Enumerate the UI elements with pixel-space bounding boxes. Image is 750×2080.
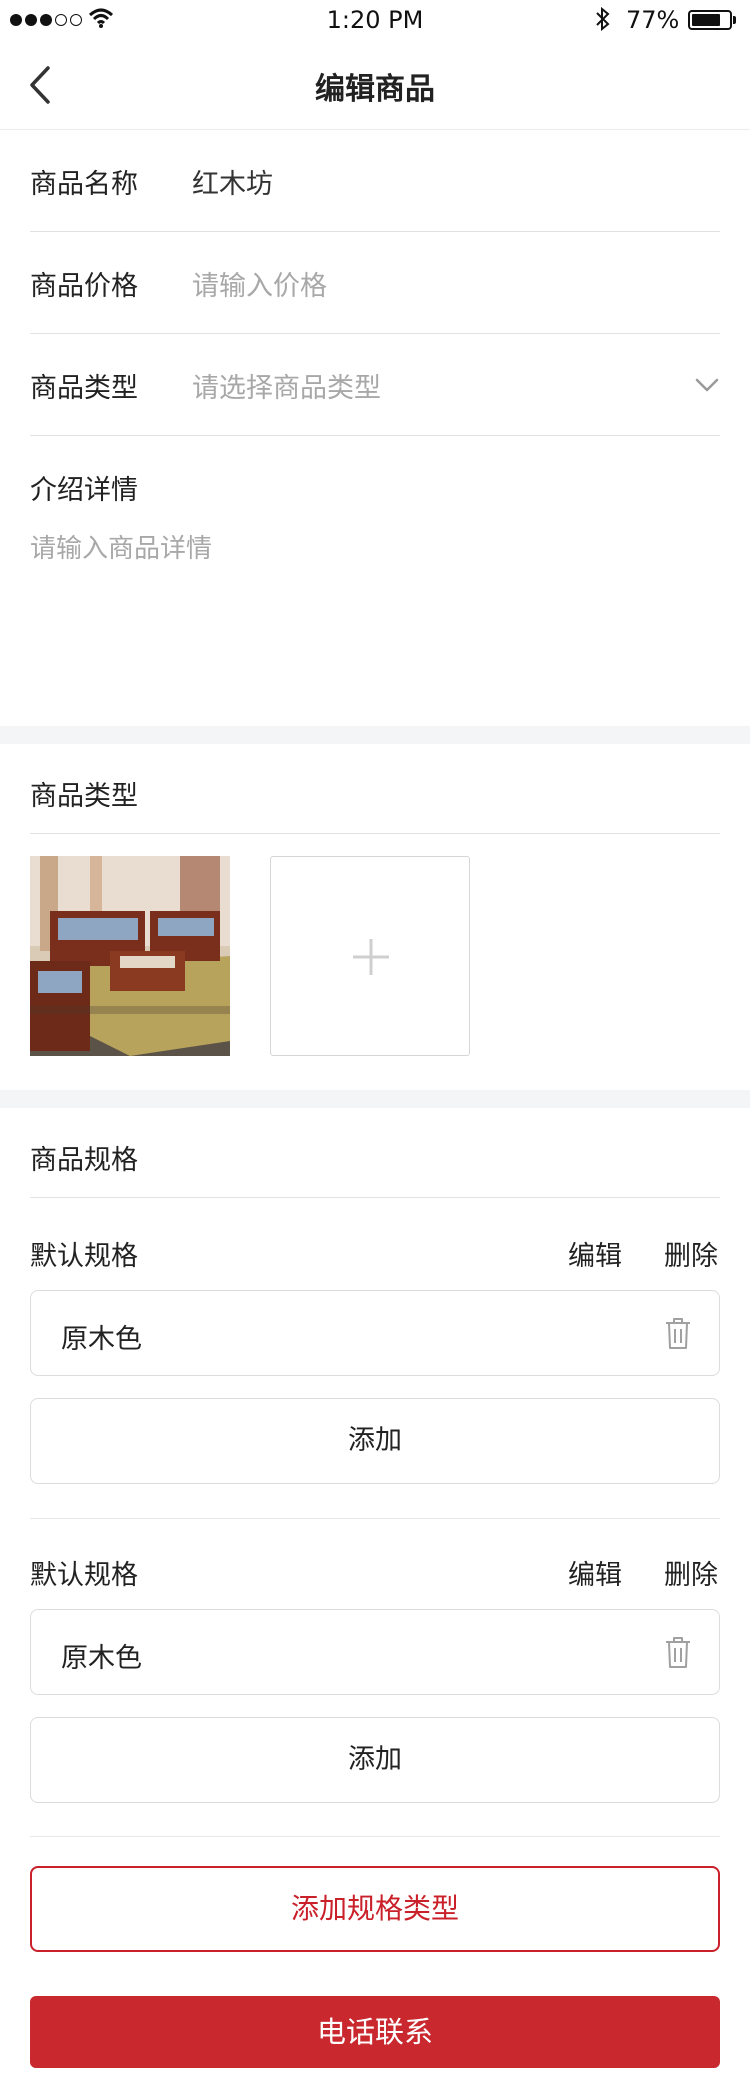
type-row[interactable]: 商品类型 请选择商品类型 xyxy=(30,334,720,436)
divider xyxy=(30,1518,720,1519)
spec-group-name: 默认规格 xyxy=(30,1241,138,1272)
section-gap xyxy=(0,1090,750,1108)
images-section-title: 商品类型 xyxy=(30,744,720,834)
nav-bar: 编辑商品 xyxy=(0,40,750,130)
price-row: 商品价格 请输入价格 xyxy=(30,232,720,334)
battery-tip xyxy=(733,16,736,24)
section-gap xyxy=(0,726,750,744)
spec-delete-button[interactable]: 删除 xyxy=(664,1553,718,1592)
name-field[interactable]: 红木坊 xyxy=(192,162,662,201)
battery-percent: 77% xyxy=(626,6,680,34)
battery-icon xyxy=(688,10,732,30)
images-section-label: 商品类型 xyxy=(30,781,138,812)
battery-fill xyxy=(692,14,720,26)
divider xyxy=(30,1836,720,1837)
add-photo-button[interactable] xyxy=(270,856,470,1056)
spec-item-label: 原木色 xyxy=(61,1324,142,1355)
spec-section-label: 商品规格 xyxy=(30,1145,138,1176)
add-spec-item-button[interactable]: 添加 xyxy=(30,1717,720,1803)
spec-section-title: 商品规格 xyxy=(30,1108,720,1198)
spec-edit-button[interactable]: 编辑 xyxy=(568,1234,622,1273)
name-row: 商品名称 红木坊 xyxy=(30,130,720,232)
spec-item[interactable]: 原木色 xyxy=(30,1609,720,1695)
price-label: 商品价格 xyxy=(30,271,138,302)
trash-icon[interactable] xyxy=(663,1634,693,1670)
detail-label: 介绍详情 xyxy=(30,475,138,506)
spec-edit-button[interactable]: 编辑 xyxy=(568,1553,622,1592)
type-select[interactable]: 请选择商品类型 xyxy=(192,366,662,405)
spec-item[interactable]: 原木色 xyxy=(30,1290,720,1376)
chevron-down-icon[interactable] xyxy=(694,372,720,398)
spec-item-label: 原木色 xyxy=(61,1643,142,1674)
trash-icon[interactable] xyxy=(663,1315,693,1351)
page-title: 编辑商品 xyxy=(315,72,435,107)
add-spec-item-button[interactable]: 添加 xyxy=(30,1398,720,1484)
plus-icon xyxy=(353,939,389,975)
add-spec-type-button[interactable]: 添加规格类型 xyxy=(30,1866,720,1952)
spec-delete-button[interactable]: 删除 xyxy=(664,1234,718,1273)
product-photo[interactable] xyxy=(30,856,230,1056)
product-photo-image xyxy=(30,856,230,1056)
detail-textarea[interactable]: 请输入商品详情 xyxy=(30,528,720,678)
spec-group-name: 默认规格 xyxy=(30,1560,138,1591)
status-bar: 1:20 PM 77% xyxy=(0,0,750,40)
spec-group-header: 默认规格 编辑 删除 xyxy=(30,1234,720,1274)
name-label: 商品名称 xyxy=(30,169,138,200)
spec-group-header: 默认规格 编辑 删除 xyxy=(30,1553,720,1593)
price-field[interactable]: 请输入价格 xyxy=(192,264,662,303)
type-label: 商品类型 xyxy=(30,373,138,404)
bluetooth-icon xyxy=(596,6,610,32)
call-button[interactable]: 电话联系 xyxy=(30,1996,720,2068)
